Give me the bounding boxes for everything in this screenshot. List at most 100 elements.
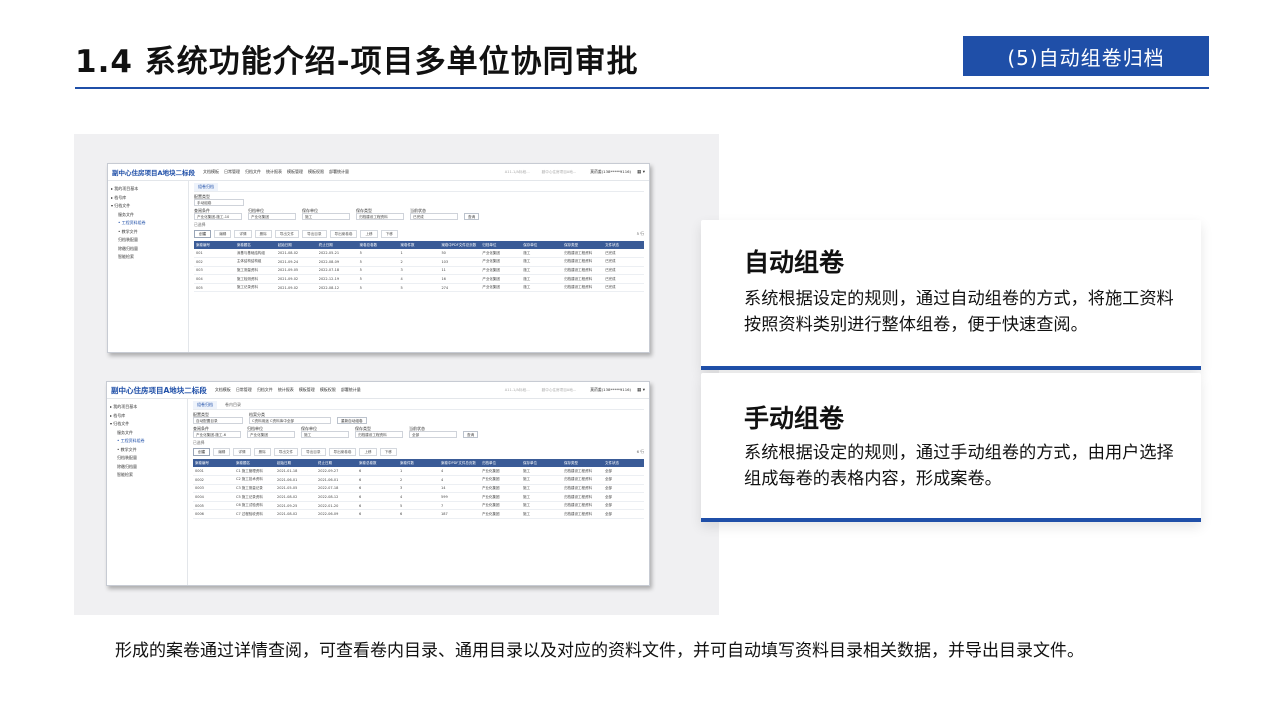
column-header[interactable]: 保存类型 (562, 459, 603, 467)
filter-select[interactable]: 产业化集团-施工-6 (193, 431, 241, 438)
export-volume-button[interactable]: 导出案卷卷 (328, 448, 357, 456)
sidebar-item[interactable]: 归档装配量 (110, 454, 184, 463)
table-row[interactable]: 004 施工检测资料 2021-09-02 2022-12-19 5 4 16 产业化集团 施工… (194, 274, 644, 284)
edit-button[interactable]: 编辑 (214, 230, 232, 238)
nav-item[interactable]: 部署统计量 (329, 169, 349, 175)
column-header[interactable]: 案卷中PDF文件总页数 (439, 241, 481, 249)
archive-class-select[interactable]: C资料用途 C资料库中全部 (249, 417, 331, 424)
column-header[interactable]: 保存类型 (562, 241, 604, 249)
table-row[interactable]: 0004 C5 施工记录资料 2021-08-02 2022-08-12 6 4 599 产业… (193, 492, 644, 502)
export-catalog-button[interactable]: 导出目录 (302, 230, 327, 238)
sidebar-item[interactable]: ▸ 档号库 (110, 412, 184, 421)
nav-item[interactable]: 模板管理 (299, 387, 315, 393)
sidebar-item[interactable]: 服务文件 (111, 211, 185, 220)
column-header[interactable]: 案卷题名 (234, 459, 275, 467)
sidebar-item[interactable]: • 教学文件 (111, 228, 185, 237)
tab-archive[interactable]: 组卷归档 (194, 183, 218, 191)
column-header[interactable]: 文件状态 (603, 241, 644, 249)
nav-item[interactable]: 统计报表 (266, 169, 282, 175)
search-input[interactable]: A11-1/A标段... (505, 388, 530, 393)
nav-item[interactable]: 文档模板 (203, 169, 219, 175)
tab-archive[interactable]: 组卷归档 (193, 401, 217, 409)
tab-volume-catalog[interactable]: 卷内目录 (221, 401, 245, 409)
move-up-button[interactable]: 上移 (359, 448, 377, 456)
nav-item[interactable]: 文档模板 (215, 387, 231, 393)
nav-item[interactable]: 部署统计量 (341, 387, 361, 393)
column-header[interactable]: 终止日期 (316, 241, 358, 249)
sidebar-item-active[interactable]: • 工程资料组卷 (111, 219, 185, 228)
column-header[interactable]: 起始日期 (275, 241, 317, 249)
sidebar-item[interactable]: • 教学文件 (110, 446, 184, 455)
sidebar-item[interactable]: 智能检索 (110, 471, 184, 480)
column-header[interactable]: 案卷编号 (194, 241, 235, 249)
table-row[interactable]: 0001 C1 施工管理资料 2021-01-18 2022-09-27 6 1 4 产业化集… (193, 467, 644, 477)
filter-select[interactable]: 产业化集团 (247, 431, 295, 438)
user-name[interactable]: 莫药姜(138*****9116) (590, 169, 631, 175)
export-files-button[interactable]: 导出文件 (274, 230, 300, 238)
sidebar-item-active[interactable]: • 工程资料组卷 (110, 437, 184, 446)
auto-regroup-button[interactable]: 重新自动组卷 (337, 417, 367, 424)
column-header[interactable]: 案卷件数 (398, 241, 440, 249)
nav-item[interactable]: 模板管理 (287, 169, 303, 175)
filter-select[interactable]: 归档建设工程资料 (356, 213, 404, 220)
sidebar-item[interactable]: 归档装配量 (111, 236, 185, 245)
column-header[interactable]: 案卷总卷数 (357, 241, 399, 249)
create-button[interactable]: 创建 (193, 448, 211, 456)
column-header[interactable]: 起始日期 (275, 459, 316, 467)
column-header[interactable]: 案卷总卷数 (357, 459, 398, 467)
sidebar-item[interactable]: 服务文件 (110, 429, 184, 438)
export-catalog-button[interactable]: 导出目录 (301, 448, 326, 456)
create-button[interactable]: 创建 (194, 230, 212, 238)
sidebar-item[interactable]: ▾ 归档文件 (111, 202, 185, 211)
export-volume-button[interactable]: 导出案卷卷 (329, 230, 358, 238)
user-name[interactable]: 莫药姜(138*****9116) (590, 387, 631, 393)
table-row[interactable]: 003 施工测量资料 2021-09-05 2022-07-18 5 3 11 产业化集团 施工… (194, 266, 644, 276)
nav-item[interactable]: 日常管理 (236, 387, 252, 393)
sidebar-item[interactable]: ▸ 我的项目基本 (110, 403, 184, 412)
move-up-button[interactable]: 上移 (360, 230, 378, 238)
detail-button[interactable]: 详情 (234, 230, 252, 238)
table-row[interactable]: 002 主体结构结构组 2021-09-24 2022-08-09 5 2 103 产业化集团… (194, 257, 644, 267)
column-header[interactable]: 案卷件数 (398, 459, 439, 467)
column-header[interactable]: 归档单位 (480, 241, 522, 249)
filter-select[interactable]: 施工 (301, 431, 349, 438)
sidebar-item[interactable]: 除缴归档量 (110, 463, 184, 472)
config-type-select[interactable]: 自动配置目录 (193, 417, 243, 424)
search-input[interactable]: A11-1/A标段... (505, 170, 530, 175)
config-type-select[interactable]: 手动组卷 (194, 199, 244, 206)
filter-select[interactable]: 已完成 (410, 213, 458, 220)
move-down-button[interactable]: 下移 (379, 448, 397, 456)
filter-select[interactable]: 全部 (409, 431, 457, 438)
grid-icon[interactable]: ▦ ▾ (637, 170, 645, 175)
nav-item[interactable]: 归档文件 (257, 387, 273, 393)
column-header[interactable]: 案卷题名 (234, 241, 276, 249)
sidebar-item[interactable]: ▸ 档号库 (111, 194, 185, 203)
filter-select[interactable]: 施工 (302, 213, 350, 220)
nav-item[interactable]: 统计报表 (278, 387, 294, 393)
filter-select[interactable]: 产业化集团 (248, 213, 296, 220)
column-header[interactable]: 案卷编号 (193, 459, 234, 467)
sidebar-item[interactable]: 除缴归档量 (111, 245, 185, 254)
sidebar-item[interactable]: 智能检索 (111, 253, 185, 262)
column-header[interactable]: 案卷中PDF文件总页数 (439, 459, 480, 467)
table-row[interactable]: 005 施工记录资料 2021-09-02 2022-08-12 5 5 274 产业化集团施… (194, 283, 644, 293)
table-row[interactable]: 001 深基与基础结构组 2021-08-02 2022-05-21 5 1 50 产业化集团… (194, 249, 644, 259)
nav-item[interactable]: 日常管理 (224, 169, 240, 175)
table-row[interactable]: 0002 C2 施工技术资料 2021-06-01 2021-06-01 6 2 4 产业化集… (193, 475, 644, 485)
nav-item[interactable]: 模板权限 (308, 169, 324, 175)
table-row[interactable]: 0005 C6 施工试验资料 2021-09-25 2022-01-20 6 5 7 产业化集… (193, 501, 644, 511)
table-row[interactable]: 0003 C3 施工测量记录 2021-05-05 2022-07-18 6 3 14 产业化… (193, 484, 644, 494)
filter-select[interactable]: 归档建设工程资料 (355, 431, 403, 438)
filter-select[interactable]: 产业化集团-施工-10 (194, 213, 242, 220)
search-input[interactable]: 副中心住房项目A地... (542, 170, 577, 175)
nav-item[interactable]: 模板权限 (320, 387, 336, 393)
table-row[interactable]: 0006 C7 过程验收资料 2021-08-02 2022-06-09 6 6 187 产业… (193, 509, 644, 520)
column-header[interactable]: 保存单位 (521, 241, 563, 249)
nav-item[interactable]: 归档文件 (245, 169, 261, 175)
export-files-button[interactable]: 导出文件 (273, 448, 299, 456)
search-input[interactable]: 副中心住房项目A地... (542, 388, 577, 393)
column-header[interactable]: 文件状态 (603, 459, 644, 467)
column-header[interactable]: 归档单位 (480, 459, 521, 467)
grid-icon[interactable]: ▦ ▾ (637, 388, 645, 393)
delete-button[interactable]: 删除 (253, 448, 271, 456)
